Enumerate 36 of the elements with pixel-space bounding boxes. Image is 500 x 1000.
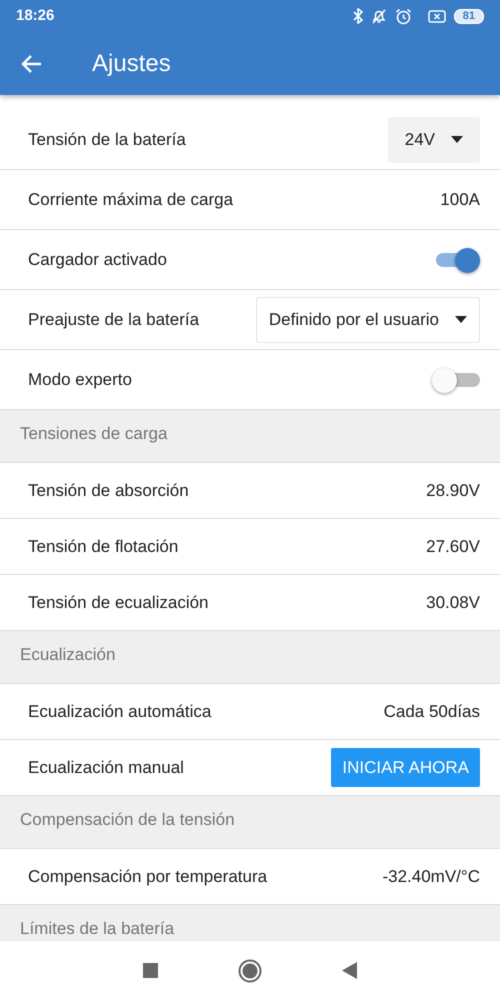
setting-label: Modo experto (28, 368, 132, 391)
section-header: Límites de la batería (0, 905, 500, 940)
dropdown[interactable]: 24V (388, 116, 480, 162)
setting-value: 100A (440, 188, 480, 211)
setting-label: Corriente máxima de carga (28, 188, 234, 211)
setting-value: 28.90V (426, 480, 480, 502)
setting-value: -32.40mV/°C (382, 866, 480, 888)
back-icon[interactable] (342, 962, 357, 979)
caret-icon (455, 316, 467, 323)
caret-icon (451, 136, 463, 143)
setting-label: Cargador activado (28, 248, 167, 271)
setting-value: 27.60V (426, 536, 480, 558)
section-header: Compensación de la tensión (0, 796, 500, 849)
status-time: 18:26 (16, 6, 54, 26)
dropdown[interactable]: Definido por el usuario (256, 296, 480, 342)
sim-off-icon (428, 10, 446, 22)
section-header: Ecualización (0, 631, 500, 684)
setting-label: Tensión de absorción (28, 480, 189, 502)
bluetooth-icon (352, 8, 363, 24)
setting-label: Compensación por temperatura (28, 866, 268, 888)
alarm-icon (394, 8, 412, 24)
setting-value: Cada 50días (384, 700, 480, 723)
setting-label: Tensión de flotación (28, 536, 178, 558)
home-icon[interactable] (238, 958, 262, 982)
section-header: Tensiones de carga (0, 410, 500, 463)
muted-bell-icon (370, 8, 387, 24)
setting-label: Tensión de la batería (28, 128, 186, 151)
setting-label: Tensión de ecualización (28, 592, 209, 614)
toggle-switch[interactable] (432, 366, 480, 392)
setting-label: Preajuste de la batería (28, 308, 200, 331)
back-arrow-icon[interactable] (20, 54, 42, 74)
setting-label: Ecualización manual (28, 756, 184, 779)
battery-indicator: 81 (454, 8, 484, 24)
screen-title: Ajustes (92, 48, 171, 78)
setting-value: 30.08V (426, 592, 480, 614)
setting-label: Ecualización automática (28, 700, 212, 723)
